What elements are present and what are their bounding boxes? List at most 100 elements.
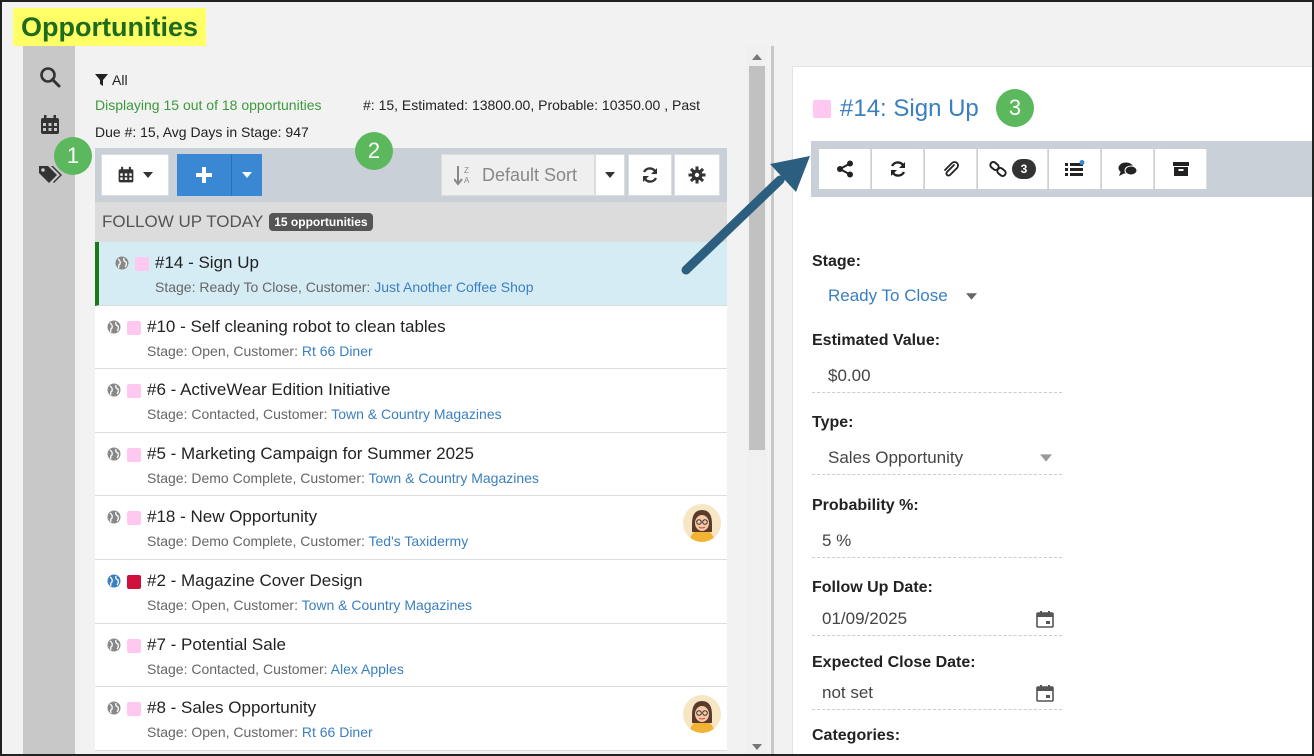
opportunity-meta: Stage: Demo Complete, Customer: Ted's Ta…: [147, 533, 468, 549]
group-count-badge: 15 opportunities: [269, 213, 373, 231]
opportunity-meta: Stage: Open, Customer: Rt 66 Diner: [147, 343, 373, 359]
type-select[interactable]: Sales Opportunity: [812, 441, 1062, 475]
opportunity-title[interactable]: #8 - Sales Opportunity: [147, 698, 316, 718]
opportunity-list: #14 - Sign Up Stage: Ready To Close, Cust…: [95, 242, 727, 754]
customer-link[interactable]: Ted's Taxidermy: [369, 533, 469, 549]
sort-options-button[interactable]: [595, 154, 625, 196]
globe-icon: [115, 256, 129, 270]
calendar-icon: [118, 166, 134, 183]
opportunity-title[interactable]: #2 - Magazine Cover Design: [147, 571, 362, 591]
displaying-count: Displaying 15 out of 18 opportunities: [95, 97, 322, 113]
summary-stats: #: 15, Estimated: 13800.00, Probable: 10…: [363, 97, 701, 113]
tasks-button[interactable]: [1049, 149, 1101, 189]
opportunity-title[interactable]: #5 - Marketing Campaign for Summer 2025: [147, 444, 474, 464]
list-item[interactable]: #5 - Marketing Campaign for Summer 2025 S…: [95, 432, 727, 497]
opportunity-title[interactable]: #7 - Potential Sale: [147, 635, 286, 655]
list-item[interactable]: #8 - Sales Opportunity Stage: Open, Custo…: [95, 687, 727, 751]
list-item[interactable]: #2 - Magazine Cover Design Stage: Open, C…: [95, 559, 727, 624]
opportunity-meta: Stage: Contacted, Customer: Alex Apples: [147, 661, 404, 677]
stage-text: Stage: Open, Customer:: [147, 342, 302, 359]
color-swatch: [135, 257, 149, 271]
sync-button[interactable]: [872, 149, 924, 189]
customer-link[interactable]: Rt 66 Diner: [302, 343, 373, 359]
page-title: Opportunities: [13, 8, 206, 46]
follow-up-date-label: Follow Up Date:: [812, 579, 933, 596]
add-opportunity-button[interactable]: [177, 154, 231, 196]
expected-close-date-field[interactable]: not set: [812, 676, 1062, 710]
scroll-up-arrow[interactable]: [752, 54, 762, 60]
calendar-icon[interactable]: [37, 112, 63, 138]
calendar-icon[interactable]: [1036, 610, 1054, 628]
follow-up-date-field[interactable]: 01/09/2025: [812, 602, 1062, 636]
customer-link[interactable]: Town & Country Magazines: [302, 597, 472, 613]
opportunity-title[interactable]: #14 - Sign Up: [155, 253, 259, 273]
refresh-icon: [642, 167, 658, 183]
filter-indicator[interactable]: All: [95, 72, 128, 88]
caret-down-icon: [605, 172, 615, 178]
globe-icon: [107, 447, 121, 461]
stage-text: Stage: Contacted, Customer:: [147, 660, 331, 677]
stage-text: Stage: Ready To Close, Customer:: [155, 279, 375, 295]
globe-icon: [107, 510, 121, 524]
opportunity-title[interactable]: #10 - Self cleaning robot to clean table…: [147, 317, 446, 337]
attach-button[interactable]: [925, 149, 977, 189]
customer-link[interactable]: Rt 66 Diner: [302, 724, 373, 740]
avatar: [683, 695, 721, 734]
sort-alpha-icon: ZA: [454, 166, 470, 186]
comments-icon: [1118, 162, 1137, 176]
type-label: Type:: [812, 414, 854, 431]
list-item[interactable]: #14 - Sign Up Stage: Ready To Close, Cust…: [95, 242, 727, 306]
opportunity-meta: Stage: Demo Complete, Customer: Town & C…: [147, 470, 539, 486]
color-swatch: [127, 320, 141, 335]
list-item[interactable]: #10 - Self cleaning robot to clean table…: [95, 305, 727, 370]
opportunity-title[interactable]: #18 - New Opportunity: [147, 507, 317, 527]
opportunity-title[interactable]: #6 - ActiveWear Edition Initiative: [147, 380, 390, 400]
list-item[interactable]: #6 - ActiveWear Edition Initiative Stage:…: [95, 369, 727, 433]
list-item[interactable]: #7 - Potential Sale Stage: Contacted, Cus…: [95, 623, 727, 688]
detail-header: #14: Sign Up: [813, 95, 979, 123]
color-swatch: [127, 447, 141, 462]
opportunity-meta: Stage: Open, Customer: Town & Country Ma…: [147, 597, 472, 613]
list-item[interactable]: #18 - New Opportunity Stage: Demo Complet…: [95, 496, 727, 560]
opportunity-meta: Stage: Ready To Close, Customer: Just An…: [155, 279, 534, 295]
expected-close-date-label: Expected Close Date:: [812, 654, 976, 671]
estimated-value-field[interactable]: $0.00: [812, 359, 1062, 393]
refresh-icon: [890, 161, 905, 177]
archive-button[interactable]: [1155, 149, 1207, 189]
customer-link[interactable]: Alex Apples: [331, 661, 404, 677]
filter-icon: [95, 73, 108, 86]
expected-close-date-value: not set: [822, 682, 874, 702]
customer-link[interactable]: Town & Country Magazines: [369, 470, 539, 486]
add-options-button[interactable]: [231, 154, 262, 196]
color-swatch: [813, 100, 831, 118]
plus-icon: [196, 167, 212, 183]
app-frame: Opportunities All Displaying 15 out of 1…: [0, 0, 1314, 756]
detail-title[interactable]: #14: Sign Up: [840, 95, 979, 123]
probability-field[interactable]: 5 %: [812, 524, 1062, 558]
svg-text:Z: Z: [464, 166, 469, 175]
customer-link[interactable]: Town & Country Magazines: [331, 406, 501, 422]
opportunity-meta: Stage: Open, Customer: Rt 66 Diner: [147, 724, 373, 740]
customer-link[interactable]: Just Another Coffee Shop: [374, 279, 533, 295]
calendar-icon[interactable]: [1036, 684, 1054, 702]
stage-select[interactable]: Ready To Close: [812, 279, 1062, 313]
calendar-filter-button[interactable]: [101, 154, 169, 196]
annotation-arrow: [681, 156, 810, 275]
opportunity-list-panel: All Displaying 15 out of 18 opportunitie…: [75, 46, 768, 754]
color-swatch: [127, 702, 141, 717]
scroll-down-arrow[interactable]: [752, 744, 762, 750]
archive-icon: [1172, 162, 1189, 176]
share-button[interactable]: [819, 149, 871, 189]
search-icon[interactable]: [37, 64, 63, 90]
follow-up-date-value: 01/09/2025: [822, 608, 908, 628]
stage-text: Stage: Demo Complete, Customer:: [147, 533, 369, 550]
color-swatch: [127, 638, 141, 653]
refresh-button[interactable]: [628, 154, 672, 196]
links-button[interactable]: 3: [978, 149, 1048, 189]
comments-button[interactable]: [1102, 149, 1154, 189]
sort-button[interactable]: ZA Default Sort: [441, 154, 595, 196]
detail-action-bar: 3: [811, 141, 1312, 197]
callout-1: 1: [54, 137, 92, 175]
group-header[interactable]: FOLLOW UP TODAY 15 opportunities: [95, 202, 727, 242]
stage-text: Stage: Open, Customer:: [147, 596, 302, 613]
